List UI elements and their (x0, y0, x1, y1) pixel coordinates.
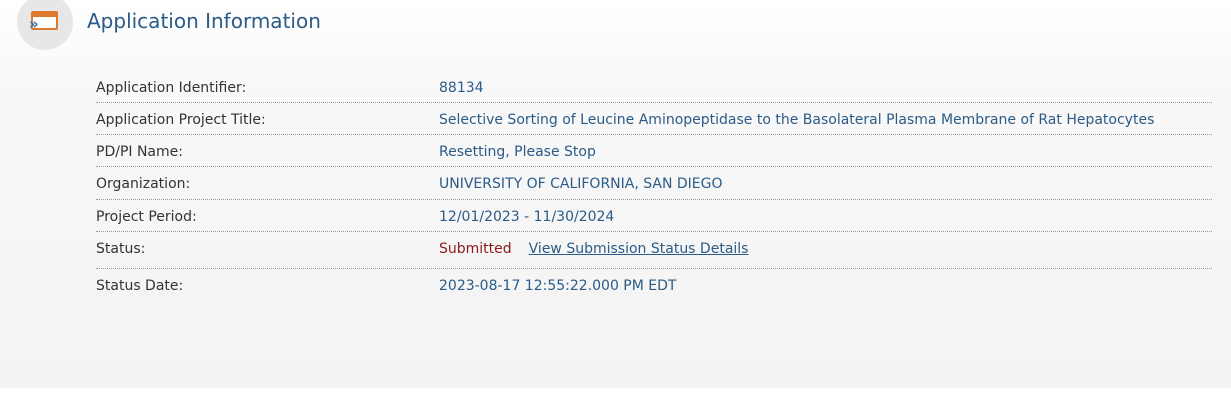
pdpi-name-label: PD/PI Name: (96, 144, 183, 160)
pdpi-name-value: Resetting, Please Stop (439, 144, 596, 160)
application-window-icon: » (17, 0, 73, 50)
double-chevron-icon: » (29, 15, 39, 33)
application-identifier-value: 88134 (439, 80, 484, 96)
row-application-identifier: Application Identifier: 88134 (96, 72, 1212, 103)
project-title-label: Application Project Title: (96, 112, 266, 128)
application-identifier-label: Application Identifier: (96, 80, 247, 96)
organization-label: Organization: (96, 176, 191, 192)
status-value: Submitted View Submission Status Details (439, 241, 748, 257)
status-date-value: 2023-08-17 12:55:22.000 PM EDT (439, 278, 677, 294)
row-status: Status: Submitted View Submission Status … (96, 232, 1212, 269)
status-date-label: Status Date: (96, 278, 184, 294)
row-status-date: Status Date: 2023-08-17 12:55:22.000 PM … (96, 269, 1212, 301)
view-submission-status-details-link[interactable]: View Submission Status Details (529, 241, 749, 257)
project-period-value: 12/01/2023 - 11/30/2024 (439, 209, 615, 225)
row-organization: Organization: UNIVERSITY OF CALIFORNIA, … (96, 167, 1212, 200)
row-project-period: Project Period: 12/01/2023 - 11/30/2024 (96, 200, 1212, 232)
project-title-value: Selective Sorting of Leucine Aminopeptid… (439, 112, 1155, 128)
project-period-label: Project Period: (96, 209, 197, 225)
row-pdpi-name: PD/PI Name: Resetting, Please Stop (96, 135, 1212, 167)
info-table: Application Identifier: 88134 Applicatio… (96, 72, 1212, 301)
status-text: Submitted (439, 241, 512, 257)
application-info-panel: » Application Information Application Id… (0, 0, 1231, 388)
status-label: Status: (96, 241, 146, 257)
row-project-title: Application Project Title: Selective Sor… (96, 103, 1212, 135)
section-title: Application Information (87, 9, 321, 33)
organization-value: UNIVERSITY OF CALIFORNIA, SAN DIEGO (439, 176, 723, 192)
